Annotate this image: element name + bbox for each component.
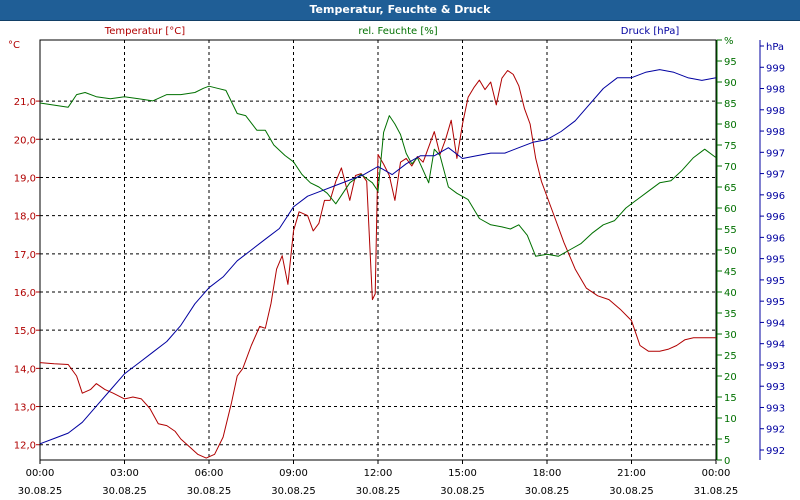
x-tick-time-label: 03:00	[110, 468, 139, 479]
humidity-tick-label: 5	[724, 435, 730, 446]
x-tick-date-label: 31.08.25	[694, 486, 739, 497]
x-tick-time-label: 00:00	[26, 468, 55, 479]
pressure-tick-label: 999	[766, 63, 785, 74]
pressure-tick-label: 997	[766, 148, 785, 159]
humidity-tick-label: 10	[724, 414, 737, 425]
x-tick-date-label: 30.08.25	[440, 486, 485, 497]
pressure-tick-label: 998	[766, 85, 785, 96]
x-tick-date-label: 30.08.25	[356, 486, 401, 497]
pressure-tick-label: 993	[766, 382, 785, 393]
pressure-tick-label: 998	[766, 127, 785, 138]
pressure-tick-label: 995	[766, 255, 785, 266]
humidity-tick-label: 75	[724, 141, 737, 152]
x-tick-time-label: 00:00	[702, 468, 731, 479]
humidity-tick-label: 90	[724, 78, 737, 89]
temperature-axis-unit: °C	[8, 40, 20, 51]
temperature-tick-label: 18,0	[14, 212, 36, 223]
temperature-tick-label: 16,0	[14, 288, 36, 299]
x-tick-date-label: 30.08.25	[102, 486, 147, 497]
humidity-tick-label: 0	[724, 456, 730, 467]
temperature-tick-label: 13,0	[14, 403, 36, 414]
humidity-tick-label: 65	[724, 183, 737, 194]
temperature-tick-label: 17,0	[14, 250, 36, 261]
temperature-tick-label: 19,0	[14, 173, 36, 184]
x-tick-date-label: 30.08.25	[187, 486, 232, 497]
temperature-tick-label: 12,0	[14, 441, 36, 452]
x-tick-date-label: 30.08.25	[18, 486, 63, 497]
humidity-tick-label: 25	[724, 351, 737, 362]
temperature-axis-title: Temperatur [°C]	[104, 26, 185, 37]
x-tick-date-label: 30.08.25	[609, 486, 654, 497]
pressure-tick-label: 994	[766, 340, 785, 351]
humidity-axis-title: rel. Feuchte [%]	[358, 26, 437, 37]
x-tick-time-label: 09:00	[279, 468, 308, 479]
humidity-tick-label: 95	[724, 57, 737, 68]
pressure-axis-title: Druck [hPa]	[621, 26, 680, 37]
x-tick-date-label: 30.08.25	[525, 486, 570, 497]
pressure-tick-label: 993	[766, 361, 785, 372]
humidity-tick-label: 80	[724, 120, 737, 131]
humidity-tick-label: %	[724, 36, 734, 47]
pressure-tick-label: 995	[766, 276, 785, 287]
chart: 00:00 30.08.25 03:00 30.08.25 06:00 30.08.25 0…	[8, 26, 785, 497]
pressure-tick-label: 992	[766, 425, 785, 436]
x-tick-time-label: 18:00	[533, 468, 562, 479]
humidity-tick-label: 50	[724, 246, 737, 257]
humidity-tick-label: 60	[724, 204, 737, 215]
humidity-tick-label: 40	[724, 288, 737, 299]
pressure-tick-label: 996	[766, 233, 785, 244]
humidity-tick-label: 85	[724, 99, 737, 110]
pressure-tick-label: 994	[766, 318, 785, 329]
pressure-tick-label: 996	[766, 212, 785, 223]
temperature-tick-label: 20,0	[14, 135, 36, 146]
pressure-tick-label: hPa	[766, 42, 784, 53]
pressure-tick-label: 992	[766, 446, 785, 457]
humidity-tick-label: 70	[724, 162, 737, 173]
humidity-tick-label: 20	[724, 372, 737, 383]
pressure-tick-label: 993	[766, 403, 785, 414]
pressure-tick-label: 995	[766, 297, 785, 308]
humidity-tick-label: 45	[724, 267, 737, 278]
temperature-tick-label: 15,0	[14, 326, 36, 337]
humidity-tick-label: 15	[724, 393, 737, 404]
humidity-tick-label: 55	[724, 225, 737, 236]
temperature-tick-label: 14,0	[14, 364, 36, 375]
humidity-tick-label: 30	[724, 330, 737, 341]
x-tick-time-label: 06:00	[195, 468, 224, 479]
x-tick-time-label: 12:00	[364, 468, 393, 479]
humidity-tick-label: 35	[724, 309, 737, 320]
pressure-tick-label: 997	[766, 170, 785, 181]
x-tick-time-label: 15:00	[448, 468, 477, 479]
pressure-tick-label: 996	[766, 191, 785, 202]
pressure-tick-label: 998	[766, 106, 785, 117]
temperature-tick-label: 21,0	[14, 97, 36, 108]
x-tick-date-label: 30.08.25	[271, 486, 316, 497]
x-tick-time-label: 21:00	[617, 468, 646, 479]
